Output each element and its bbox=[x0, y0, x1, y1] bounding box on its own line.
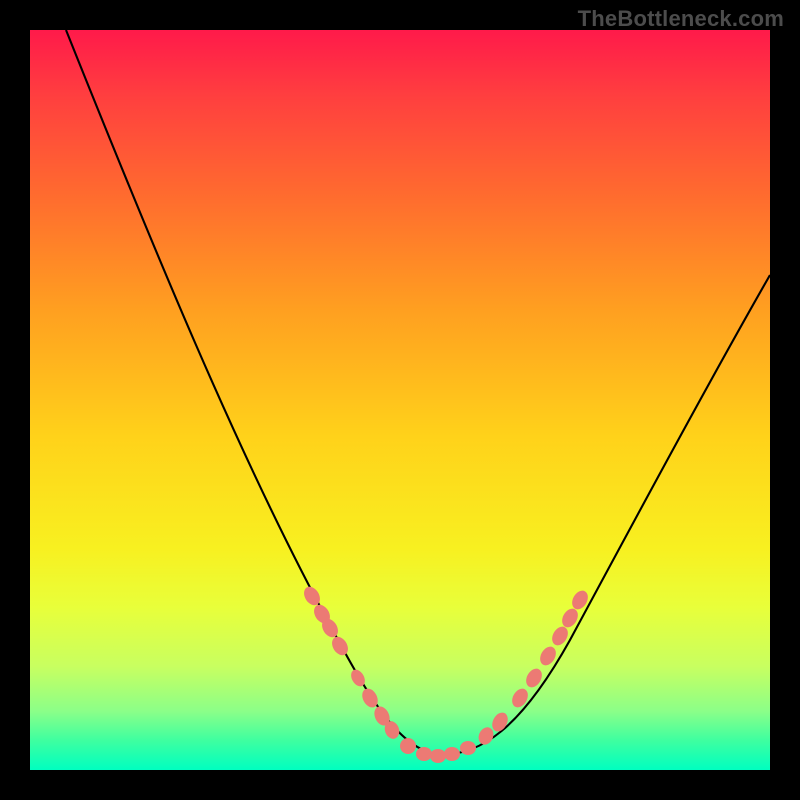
marker-dot bbox=[460, 741, 476, 755]
marker-dot bbox=[329, 634, 351, 658]
marker-dot bbox=[416, 747, 432, 761]
marker-group bbox=[301, 584, 591, 763]
marker-dot bbox=[444, 747, 460, 761]
marker-dot bbox=[509, 686, 531, 710]
marker-dot bbox=[430, 749, 446, 763]
plot-area bbox=[30, 30, 770, 770]
bottleneck-curve bbox=[66, 30, 770, 755]
chart-svg bbox=[30, 30, 770, 770]
marker-dot bbox=[400, 738, 416, 754]
watermark-text: TheBottleneck.com bbox=[578, 6, 784, 32]
